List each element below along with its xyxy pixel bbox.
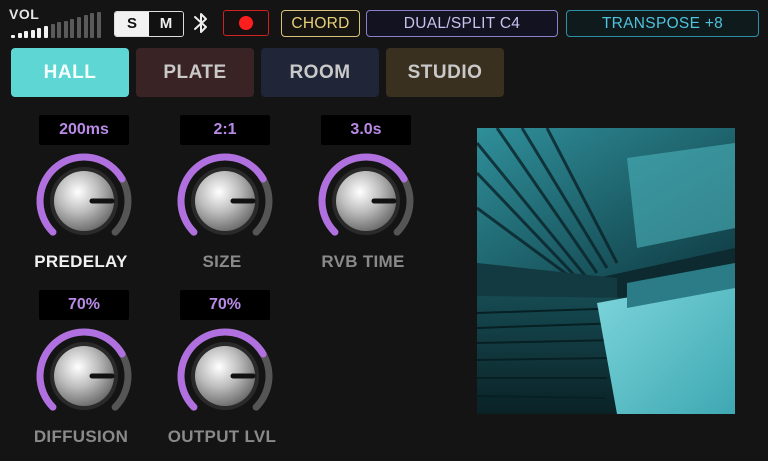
- volume-bar-segment: [17, 33, 22, 38]
- knob-value-display: 3.0s: [321, 115, 411, 145]
- diffusion-knob[interactable]: [34, 326, 134, 426]
- output-lvl-knob[interactable]: [175, 326, 275, 426]
- volume-bar-segment: [70, 18, 75, 38]
- knob-value-display: 70%: [180, 290, 270, 320]
- volume-bar-segment: [57, 22, 62, 38]
- knob-label: PREDELAY: [34, 252, 128, 271]
- volume-bar-segment: [44, 26, 48, 38]
- knob-size: 2:1 SIZE: [167, 115, 277, 285]
- volume-bar-segment: [11, 35, 15, 38]
- tab-studio[interactable]: STUDIO: [386, 48, 504, 97]
- knob-value-display: 200ms: [39, 115, 129, 145]
- record-button[interactable]: [223, 10, 269, 36]
- volume-bar-segment: [96, 11, 101, 38]
- tab-room[interactable]: ROOM: [261, 48, 379, 97]
- transpose-button[interactable]: TRANSPOSE +8: [566, 10, 759, 37]
- knob-label: RVB TIME: [321, 252, 405, 271]
- volume-meter[interactable]: [11, 10, 106, 38]
- volume-bar-segment: [24, 31, 29, 38]
- status-bar: VOL S M CHORD DUAL/SPLIT C4 TRANSPOSE +8: [0, 0, 768, 44]
- size-knob[interactable]: [175, 151, 275, 251]
- tab-hall[interactable]: HALL: [11, 48, 129, 97]
- volume-bar-segment: [30, 29, 35, 38]
- mute-button[interactable]: M: [149, 12, 183, 36]
- tab-plate[interactable]: PLATE: [136, 48, 254, 97]
- knob-output-lvl: 70% OUTPUT LVL: [167, 290, 277, 460]
- volume-bar-segment: [83, 15, 88, 38]
- rvb-time-knob[interactable]: [316, 151, 416, 251]
- knob-rvb-time: 3.0s RVB TIME: [308, 115, 418, 285]
- record-dot-icon: [239, 16, 253, 30]
- volume-bar-segment: [37, 27, 42, 38]
- bluetooth-icon[interactable]: [192, 10, 210, 36]
- volume-bar-segment: [77, 17, 81, 38]
- solo-button[interactable]: S: [115, 12, 149, 36]
- knob-label: OUTPUT LVL: [167, 427, 277, 446]
- dual-split-button[interactable]: DUAL/SPLIT C4: [366, 10, 558, 37]
- chord-button[interactable]: CHORD: [281, 10, 360, 37]
- knob-predelay: 200ms PREDELAY: [26, 115, 136, 285]
- knob-value-display: 2:1: [180, 115, 270, 145]
- solo-mute-toggle[interactable]: S M: [114, 11, 184, 37]
- predelay-knob[interactable]: [34, 151, 134, 251]
- concert-hall-photo: [477, 128, 735, 414]
- knob-diffusion: 70% DIFFUSION: [26, 290, 136, 460]
- volume-bar-segment: [50, 24, 55, 38]
- knob-label: DIFFUSION: [33, 427, 129, 446]
- volume-bar-segment: [90, 13, 95, 38]
- knob-label: SIZE: [202, 252, 242, 271]
- volume-bar-segment: [63, 20, 68, 38]
- knob-value-display: 70%: [39, 290, 129, 320]
